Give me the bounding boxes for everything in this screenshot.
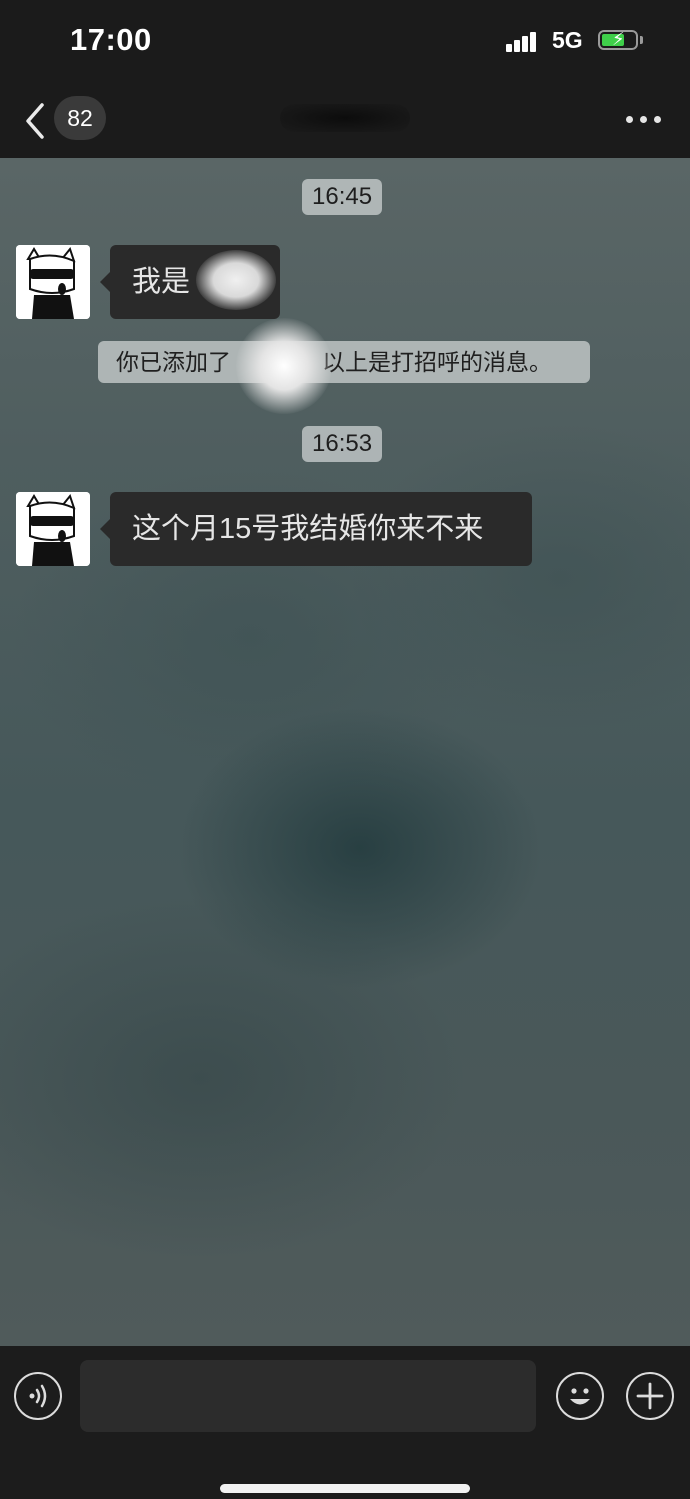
chat-header: 82: [0, 84, 690, 158]
timestamp-pill: 16:53: [302, 426, 383, 462]
contact-name-redacted: [280, 104, 410, 132]
voice-icon[interactable]: [14, 1372, 62, 1420]
battery-charging-icon: ⚡: [598, 29, 638, 50]
dog-sunglasses-avatar-icon: [16, 245, 90, 319]
plus-icon[interactable]: [626, 1372, 674, 1420]
message-list[interactable]: 16:45 我是 你已添加了 以上是打招呼的消息。 16:53 这个月15号我结…: [0, 158, 690, 1346]
status-time: 17:00: [70, 22, 152, 57]
network-type: 5G: [552, 27, 583, 53]
redaction-smudge: [236, 318, 332, 414]
signal-icon: [506, 30, 544, 52]
system-notice-left-text: 你已添加了: [116, 349, 231, 375]
contact-avatar[interactable]: [16, 492, 90, 566]
home-indicator: [220, 1484, 470, 1493]
message-input[interactable]: [80, 1360, 536, 1432]
system-notice-right-text: 以上是打招呼的消息。: [322, 349, 552, 375]
chevron-left-icon[interactable]: [20, 101, 50, 141]
redaction-smudge: [196, 250, 276, 310]
message-text: 这个月15号我结婚你来不来: [132, 513, 484, 545]
contact-avatar[interactable]: [16, 245, 90, 319]
battery-tip: [640, 36, 643, 44]
status-bar: 17:00 5G ⚡: [0, 0, 690, 84]
dog-sunglasses-avatar-icon: [16, 492, 90, 566]
emoji-icon[interactable]: [556, 1372, 604, 1420]
more-dots-icon[interactable]: [624, 112, 664, 128]
input-bar: [0, 1346, 690, 1499]
message-text: 我是: [132, 266, 191, 298]
message-bubble[interactable]: 这个月15号我结婚你来不来: [100, 492, 532, 566]
unread-count-badge[interactable]: 82: [54, 96, 106, 140]
timestamp-pill: 16:45: [302, 179, 383, 215]
system-notice: 你已添加了 以上是打招呼的消息。: [98, 341, 590, 383]
